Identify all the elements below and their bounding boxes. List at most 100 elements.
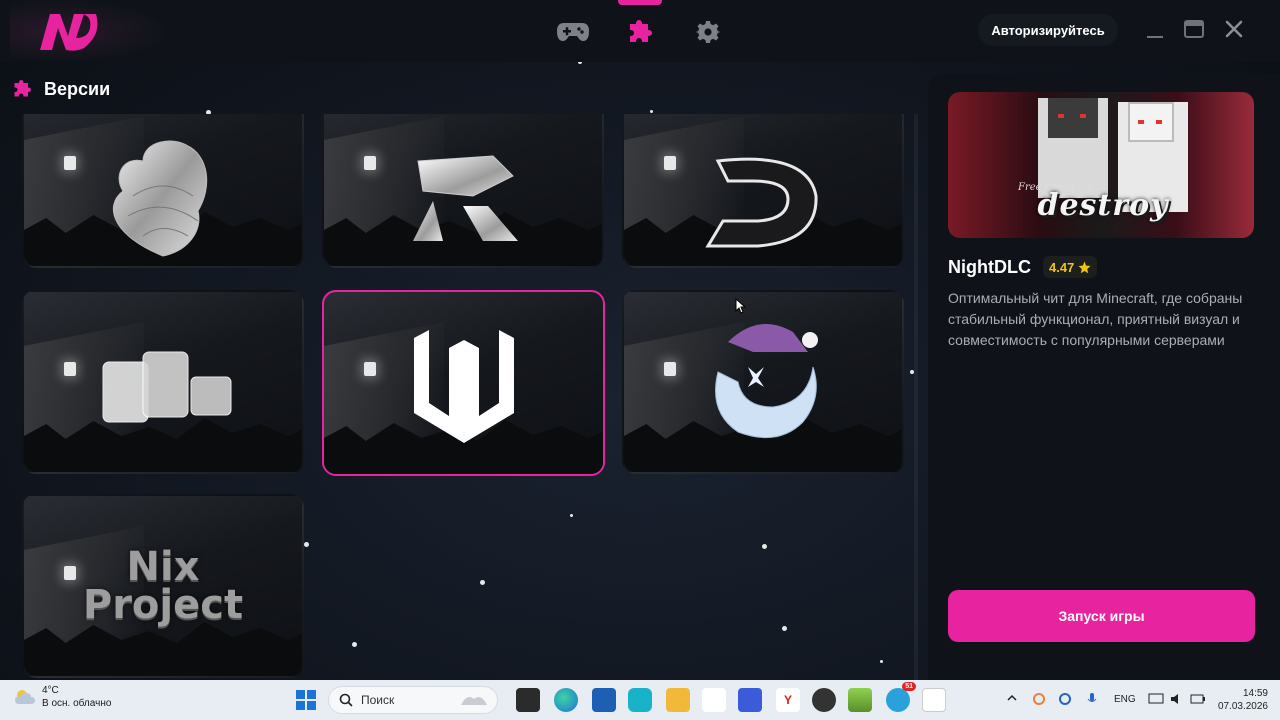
network-icon [1059,693,1071,705]
heart-emblem-icon [113,140,208,257]
minecraft-icon[interactable] [848,688,872,712]
product-panel: Free Client 2.0 destroy NightDLC 4.47 Оп… [928,74,1280,680]
product-header: NightDLC 4.47 [948,256,1098,278]
nix-project-logo: Nix Project [82,544,244,628]
store-icon[interactable] [592,688,616,712]
launcher-window: Авторизируйтесь Версии Nix Project Free … [0,0,1280,680]
launcher-taskbar-icon[interactable] [922,688,946,712]
app-icon[interactable] [812,688,836,712]
app-icon[interactable] [738,688,762,712]
gear-icon [696,21,720,43]
version-card[interactable] [622,114,904,268]
start-button[interactable] [294,688,318,712]
preview-title: destroy [1037,188,1169,223]
task-view-icon[interactable] [516,688,540,712]
file-explorer-icon[interactable] [666,688,690,712]
nav-settings-button[interactable] [690,18,726,46]
tray-app-icon[interactable] [1032,692,1046,709]
maximize-icon [1184,20,1204,38]
sync-icon [1033,693,1045,705]
mouse-cursor-icon [735,298,746,314]
card-emblem: Nix Project [24,496,302,676]
auth-button[interactable]: Авторизируйтесь [978,14,1118,46]
card-emblem [624,292,902,472]
clock-time: 14:59 [1242,688,1268,699]
task-manager-icon[interactable] [702,688,726,712]
clock-date: 07.03.2026 [1217,701,1268,712]
moon-emblem-icon [715,324,818,439]
version-card-selected[interactable] [322,290,605,476]
title-bar: Авторизируйтесь [0,0,1280,62]
preview-character-head [1128,102,1174,142]
close-icon [1225,20,1243,38]
card-emblem [324,114,602,266]
tray-chevron-icon[interactable] [1006,692,1018,707]
app-logo-icon[interactable] [36,8,100,54]
maximize-button[interactable] [1181,16,1207,42]
puzzle-icon [14,80,31,97]
version-card[interactable] [622,290,904,474]
microphone-icon [1087,693,1097,702]
version-card[interactable] [22,290,304,474]
cloud-icon [15,690,35,704]
version-card[interactable] [322,114,604,268]
search-placeholder: Поиск [361,693,395,707]
tray-app-icon[interactable] [1058,692,1072,709]
product-preview-image: Free Client 2.0 destroy [948,92,1254,238]
language-indicator[interactable]: ENG [1114,694,1136,705]
weather-desc: В осн. облачно [42,698,112,709]
weather-widget[interactable]: 4°C В осн. облачно [14,684,111,710]
version-card[interactable]: Nix Project [22,494,304,678]
r-emblem-icon [413,155,518,241]
minimize-button[interactable] [1142,18,1168,44]
versions-grid: Nix Project [0,114,918,680]
windows-taskbar: 4°C В осн. облачно Поиск Y 51 ENG 14:59 … [0,680,1280,720]
search-highlight-icon [461,697,487,705]
minimize-icon [1147,36,1163,38]
chevron-up-icon [1007,694,1017,701]
display-icon [1148,693,1164,704]
nav-active-indicator [618,0,662,5]
section-title: Версии [44,78,111,99]
nav-games-button[interactable] [555,18,591,46]
preview-eye [1080,114,1086,118]
taskbar-search[interactable]: Поиск [328,686,498,714]
section-header: Версии [12,76,110,102]
gamepad-icon [557,23,589,41]
preview-eye [1058,114,1064,118]
speaker-icon [1171,694,1178,704]
card-emblem [24,114,302,266]
copilot-icon[interactable] [628,688,652,712]
card-emblem [624,114,902,266]
card-emblem [324,292,603,474]
d-emblem-icon [705,157,818,248]
version-card[interactable] [22,114,304,268]
rating-value: 4.47 [1048,259,1075,275]
volume-button[interactable] [1170,692,1184,709]
edge-icon[interactable] [554,688,578,712]
weather-text: 4°C В осн. облачно [42,684,111,710]
w-emblem-icon [413,330,514,443]
weather-temp: 4°C [42,685,59,696]
puzzle-icon [630,20,652,42]
windows-logo-icon [296,690,316,710]
snow-particle [650,110,653,113]
rating-badge: 4.47 [1042,256,1098,278]
preview-character-head [1048,98,1098,138]
yandex-browser-icon[interactable]: Y [776,688,800,712]
telegram-icon[interactable]: 51 [886,682,916,712]
taskbar-clock[interactable]: 14:59 07.03.2026 [1212,687,1268,713]
nav-versions-button[interactable] [622,18,658,46]
notification-badge: 51 [902,682,916,691]
star-icon [1078,261,1091,273]
card-emblem [24,292,302,472]
scrollbar[interactable] [914,114,918,680]
microphone-button[interactable] [1086,692,1098,709]
product-name: NightDLC [948,256,1031,277]
wifi-button[interactable] [1148,692,1164,709]
battery-button[interactable] [1190,692,1206,709]
preview-eye [1138,120,1144,124]
close-button[interactable] [1221,16,1247,42]
battery-icon [1190,694,1205,704]
launch-game-button[interactable]: Запуск игры [948,590,1255,642]
